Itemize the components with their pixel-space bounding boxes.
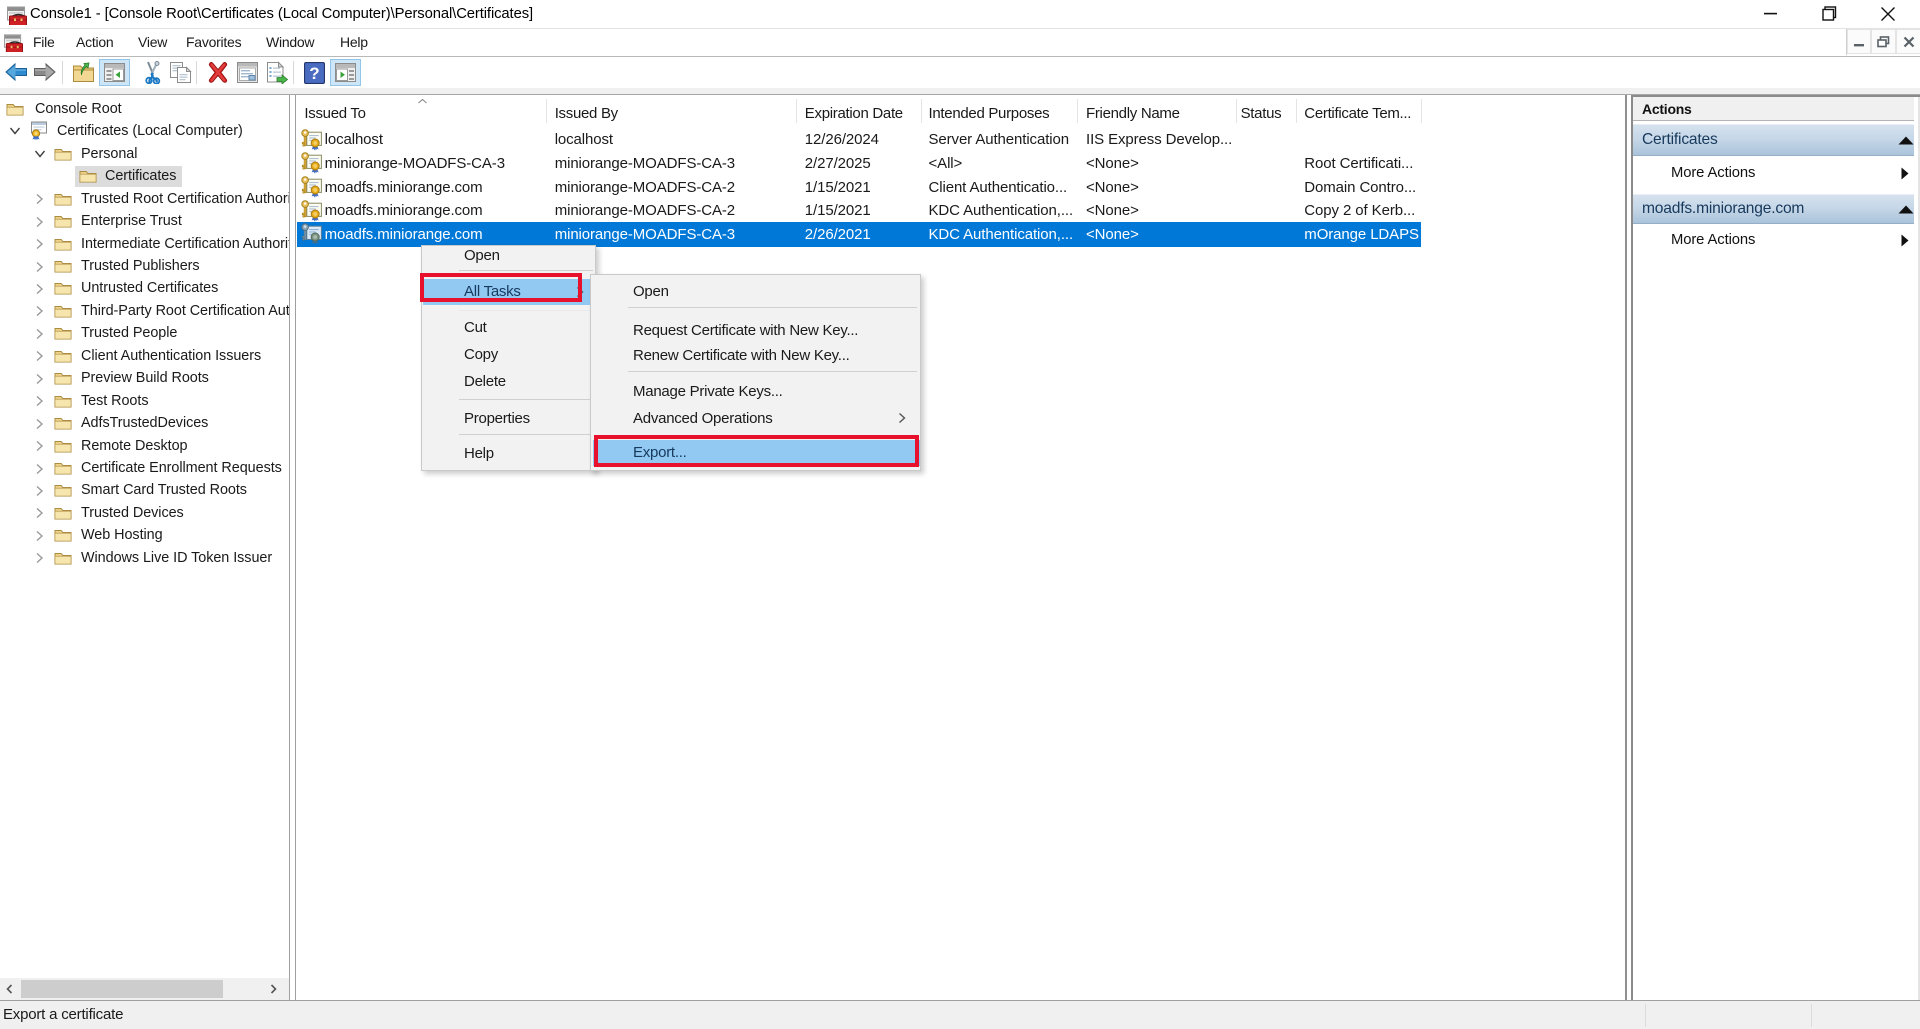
svg-text:?: ?	[309, 64, 319, 83]
